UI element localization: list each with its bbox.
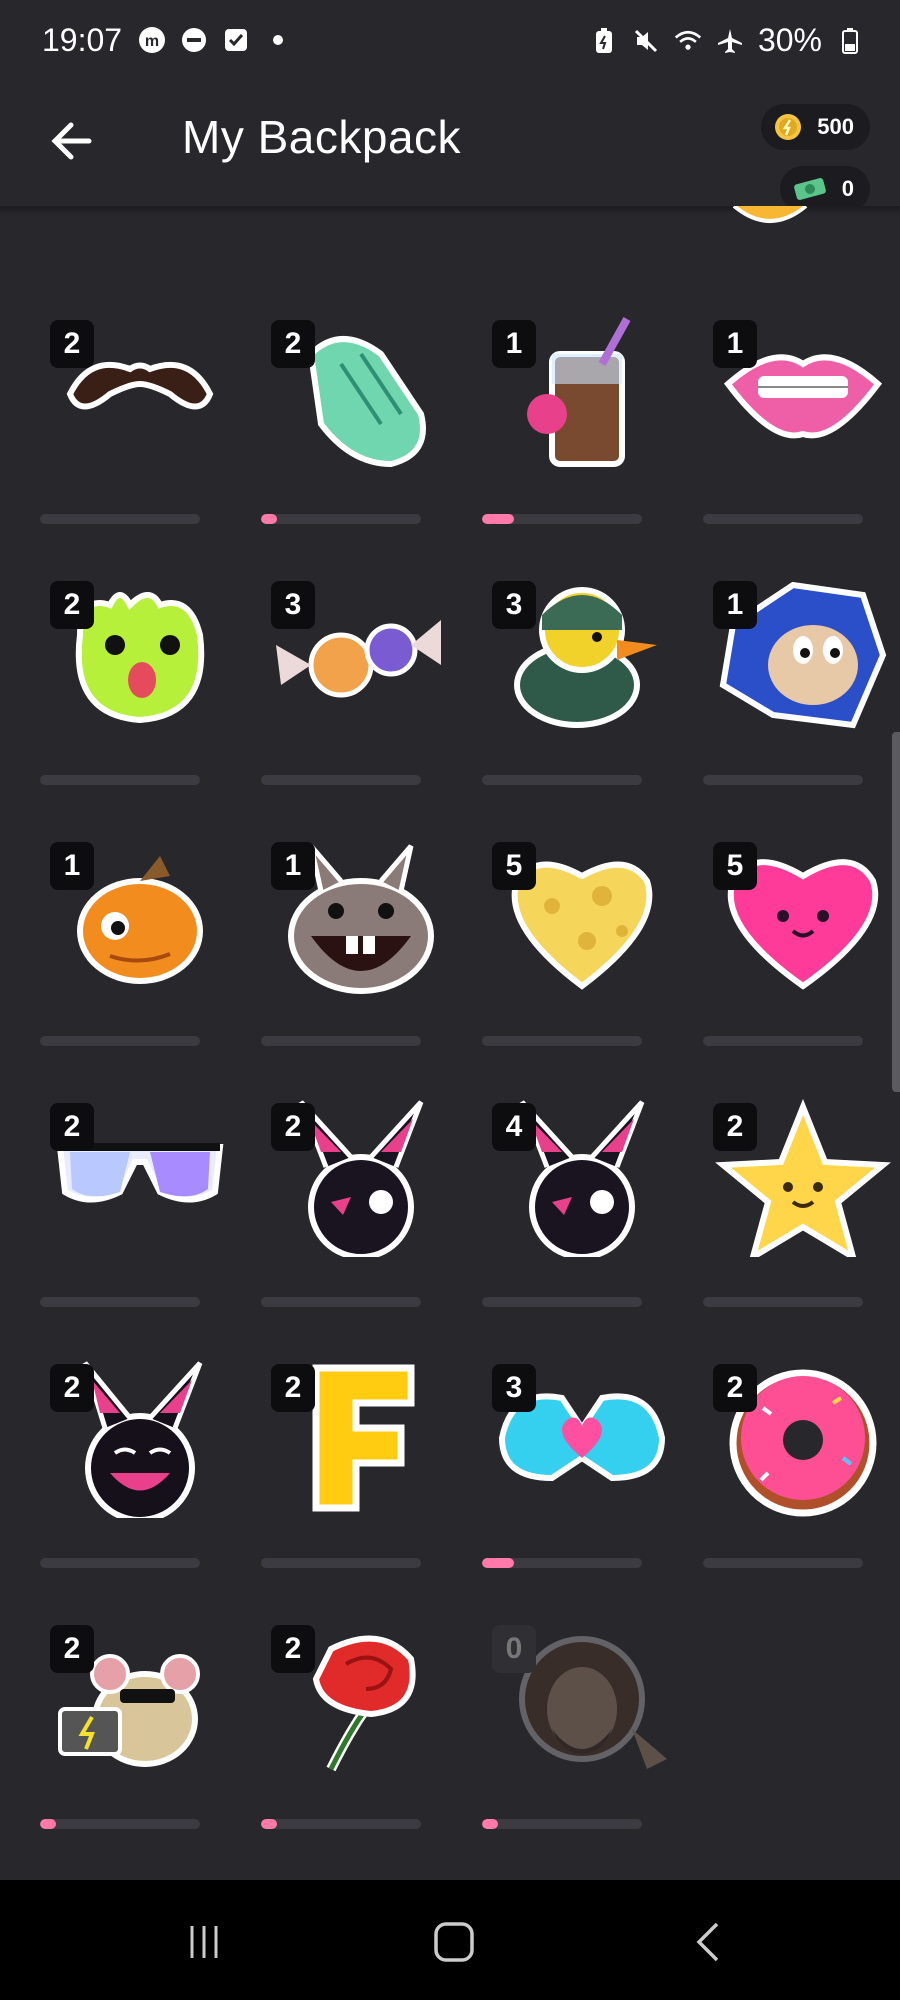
- sticker-item[interactable]: 2: [20, 1541, 240, 1829]
- sticker-item[interactable]: 1: [462, 236, 682, 524]
- sticker-progress-bar: [40, 1819, 200, 1829]
- sticker-count-badge: 2: [271, 320, 315, 368]
- sticker-item[interactable]: 1: [241, 758, 461, 1046]
- chevron-left-icon: [696, 1922, 719, 1962]
- back-arrow-icon: [51, 122, 92, 160]
- sticker-count-badge: 4: [492, 1103, 536, 1151]
- sticker-item[interactable]: 3: [462, 497, 682, 785]
- sticker-progress-bar: [482, 1819, 642, 1829]
- page-title: My Backpack: [182, 111, 462, 163]
- airplane-mode-icon: [716, 27, 744, 55]
- home-button[interactable]: [414, 1914, 494, 1970]
- sticker-item[interactable]: 2: [20, 1019, 240, 1307]
- sticker-item[interactable]: 1: [683, 236, 900, 524]
- notification-icons: m: [138, 26, 292, 54]
- sticker-item[interactable]: 5: [462, 758, 682, 1046]
- scrollbar[interactable]: [892, 732, 900, 1092]
- sticker-count-badge: 2: [50, 581, 94, 629]
- recent-apps-icon: [190, 1926, 218, 1958]
- progress-fill: [261, 1819, 277, 1829]
- sticker-item[interactable]: 4: [462, 1019, 682, 1307]
- sticker-item[interactable]: 1: [20, 758, 240, 1046]
- coin-icon: [775, 114, 802, 140]
- coin-count: 500: [817, 114, 854, 139]
- app-bar: My Backpack 500 0: [0, 80, 900, 212]
- sticker-item[interactable]: 5: [683, 758, 900, 1046]
- sticker-item[interactable]: 2: [20, 497, 240, 785]
- sticker-count-badge: 2: [271, 1103, 315, 1151]
- sticker-count-badge: 1: [713, 581, 757, 629]
- sticker-count-badge: 0: [492, 1625, 536, 1673]
- sticker-item[interactable]: 2: [241, 1280, 461, 1568]
- sticker-count-badge: 2: [50, 1625, 94, 1673]
- sticker-count-badge: 2: [713, 1103, 757, 1151]
- sticker-count-badge: 2: [271, 1364, 315, 1412]
- sticker-edge: [732, 206, 808, 223]
- sticker-item[interactable]: 3: [462, 1280, 682, 1568]
- sticker-count-badge: 2: [713, 1364, 757, 1412]
- sticker-count-badge: 5: [713, 842, 757, 890]
- back-button[interactable]: [38, 108, 104, 174]
- sticker-count-badge: 3: [492, 581, 536, 629]
- sticker-count-badge: 3: [271, 581, 315, 629]
- coin-balance[interactable]: 500: [761, 104, 870, 150]
- sticker-item[interactable]: 2: [241, 1541, 461, 1829]
- sticker-progress-bar: [261, 1819, 421, 1829]
- sticker-item[interactable]: 2: [683, 1019, 900, 1307]
- sticker-item[interactable]: 2: [241, 236, 461, 524]
- sticker-count-badge: 5: [492, 842, 536, 890]
- recent-apps-button[interactable]: [164, 1914, 244, 1970]
- do-not-disturb-icon: [180, 26, 208, 54]
- messenger-icon: m: [138, 26, 166, 54]
- navigation-bar: [0, 1880, 900, 2000]
- sticker-count-badge: 2: [271, 1625, 315, 1673]
- sticker-progress-bar: [703, 1558, 863, 1568]
- home-icon: [434, 1922, 474, 1962]
- sticker-item[interactable]: 2: [683, 1280, 900, 1568]
- wifi-icon: [674, 27, 702, 55]
- svg-text:m: m: [145, 33, 159, 50]
- sticker-item[interactable]: 1: [683, 497, 900, 785]
- battery-icon: [836, 27, 864, 55]
- dot-icon: [264, 26, 292, 54]
- mute-icon: [632, 27, 660, 55]
- sticker-item[interactable]: 2: [20, 1280, 240, 1568]
- sticker-count-badge: 1: [492, 320, 536, 368]
- sticker-count-badge: 3: [492, 1364, 536, 1412]
- sticker-count-badge: 1: [50, 842, 94, 890]
- status-time: 19:07: [42, 22, 123, 58]
- progress-fill: [40, 1819, 56, 1829]
- cash-count: 0: [841, 176, 854, 201]
- cash-icon: [793, 178, 826, 200]
- sticker-count-badge: 1: [713, 320, 757, 368]
- status-bar: 19:07 m 30%: [0, 0, 900, 80]
- sticker-item[interactable]: 0: [462, 1541, 682, 1829]
- battery-saver-icon: [590, 27, 618, 55]
- checkbox-notification-icon: [222, 26, 250, 54]
- progress-fill: [482, 1819, 498, 1829]
- sticker-count-badge: 2: [50, 1364, 94, 1412]
- sticker-count-badge: 2: [50, 1103, 94, 1151]
- system-back-button[interactable]: [668, 1914, 748, 1970]
- sticker-item[interactable]: 2: [241, 1019, 461, 1307]
- sticker-item[interactable]: 3: [241, 497, 461, 785]
- system-icons: 30%: [590, 22, 864, 59]
- sticker-count-badge: 2: [50, 320, 94, 368]
- sticker-count-badge: 1: [271, 842, 315, 890]
- battery-percent: 30%: [757, 22, 822, 58]
- partial-sticker-row: [0, 206, 900, 236]
- sticker-item[interactable]: 2: [20, 236, 240, 524]
